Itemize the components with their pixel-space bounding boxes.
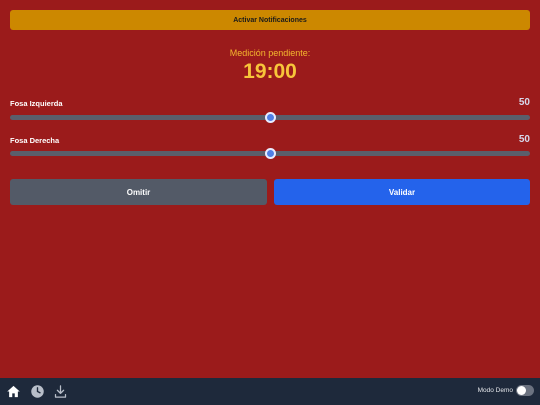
clock-icon[interactable] — [30, 384, 45, 399]
validate-button[interactable]: Validar — [274, 179, 530, 205]
pending-measurement-label: Medición pendiente: — [229, 48, 311, 58]
activate-notifications-button[interactable]: Activar Notificaciones — [10, 10, 530, 30]
left-nostril-slider[interactable] — [10, 112, 530, 123]
omit-button[interactable]: Omitir — [10, 179, 267, 205]
home-icon[interactable] — [6, 384, 21, 399]
left-nostril-value: 50 — [518, 97, 530, 108]
demo-mode-label: Modo Demo — [477, 387, 513, 394]
pending-measurement-time: 19:00 — [243, 60, 297, 83]
right-nostril-slider[interactable] — [10, 148, 530, 159]
right-nostril-label: Fosa Derecha — [10, 136, 60, 145]
download-icon[interactable] — [53, 384, 68, 399]
left-nostril-slider-thumb[interactable] — [264, 112, 276, 123]
right-nostril-slider-thumb[interactable] — [264, 148, 276, 159]
bottom-navigation-bar: Modo Demo — [0, 378, 540, 405]
right-nostril-value: 50 — [518, 134, 530, 145]
left-nostril-label: Fosa Izquierda — [10, 99, 63, 108]
demo-mode-toggle-knob — [517, 386, 526, 395]
demo-mode-toggle[interactable] — [516, 385, 534, 396]
